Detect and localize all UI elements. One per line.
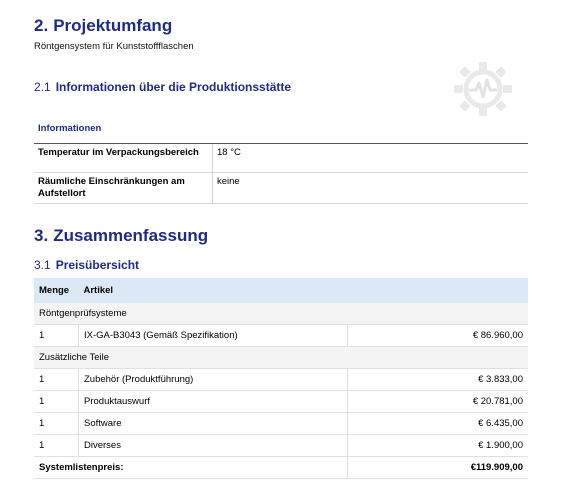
- item-article: IX-GA-B3043 (Gemäß Spezifikation): [78, 324, 348, 347]
- section-title: Zusammenfassung: [53, 226, 209, 245]
- price-table: Menge Artikel Röntgenprüfsysteme 1 IX-GA…: [34, 278, 528, 479]
- total-row: Systemlistenpreis: €119.909,00: [34, 456, 528, 479]
- subsection-3-1-heading: 3.1 Preisübersicht: [34, 258, 139, 272]
- price-table-header-row: Menge Artikel: [34, 278, 528, 303]
- table-row: 1 Diverses € 1.900,00: [34, 434, 528, 457]
- column-header-article: Artikel: [78, 278, 528, 303]
- item-price: € 86.960,00: [347, 324, 528, 347]
- info-label: Räumliche Einschränkungen am Aufstellort: [34, 172, 213, 204]
- group-row: Röntgenprüfsysteme: [34, 303, 528, 325]
- item-qty: 1: [34, 368, 79, 391]
- total-value: €119.909,00: [347, 456, 528, 479]
- group-label: Zusätzliche Teile: [34, 346, 528, 369]
- gear-heartbeat-icon: [454, 62, 512, 116]
- info-table-header: Informationen: [34, 117, 528, 144]
- section-3-heading: 3. Zusammenfassung: [34, 226, 208, 246]
- subsection-number: 2.1: [34, 80, 51, 94]
- item-price: € 1.900,00: [347, 434, 528, 457]
- item-qty: 1: [34, 434, 79, 457]
- subsection-2-1-heading: 2.1 Informationen über die Produktionsstä…: [34, 80, 291, 94]
- item-article: Diverses: [78, 434, 348, 457]
- table-row: Temperatur im Verpackungsbereich 18 °C: [34, 143, 528, 173]
- subsection-title: Preisübersicht: [55, 258, 140, 272]
- info-table: Informationen Temperatur im Verpackungsb…: [34, 117, 528, 204]
- table-row: 1 Software € 6.435,00: [34, 412, 528, 435]
- item-article: Zubehör (Produktführung): [78, 368, 348, 391]
- section-2-heading: 2. Projektumfang: [34, 16, 172, 36]
- section-number: 2.: [34, 16, 49, 35]
- item-price: € 3.833,00: [347, 368, 528, 391]
- column-header-qty: Menge: [34, 278, 79, 303]
- info-value: 18 °C: [212, 143, 528, 173]
- table-row: 1 IX-GA-B3043 (Gemäß Spezifikation) € 86…: [34, 324, 528, 347]
- item-article: Produktauswurf: [78, 390, 348, 413]
- item-qty: 1: [34, 324, 79, 347]
- table-row: Räumliche Einschränkungen am Aufstellort…: [34, 172, 528, 204]
- section-subtitle: Röntgensystem für Kunststoffflaschen: [34, 41, 194, 52]
- section-number: 3.: [34, 226, 49, 245]
- total-label: Systemlistenpreis:: [34, 456, 348, 479]
- item-qty: 1: [34, 390, 79, 413]
- item-qty: 1: [34, 412, 79, 435]
- subsection-title: Informationen über die Produktionsstätte: [55, 80, 292, 94]
- info-value: keine: [212, 172, 528, 204]
- table-row: 1 Produktauswurf € 20.781,00: [34, 390, 528, 413]
- info-label: Temperatur im Verpackungsbereich: [34, 143, 213, 173]
- document-page: 2. Projektumfang Röntgensystem für Kunsts…: [0, 0, 580, 480]
- item-price: € 6.435,00: [347, 412, 528, 435]
- section-title: Projektumfang: [53, 16, 173, 35]
- item-price: € 20.781,00: [347, 390, 528, 413]
- group-row: Zusätzliche Teile: [34, 346, 528, 369]
- item-article: Software: [78, 412, 348, 435]
- group-label: Röntgenprüfsysteme: [34, 303, 528, 325]
- subsection-number: 3.1: [34, 258, 51, 272]
- table-row: 1 Zubehör (Produktführung) € 3.833,00: [34, 368, 528, 391]
